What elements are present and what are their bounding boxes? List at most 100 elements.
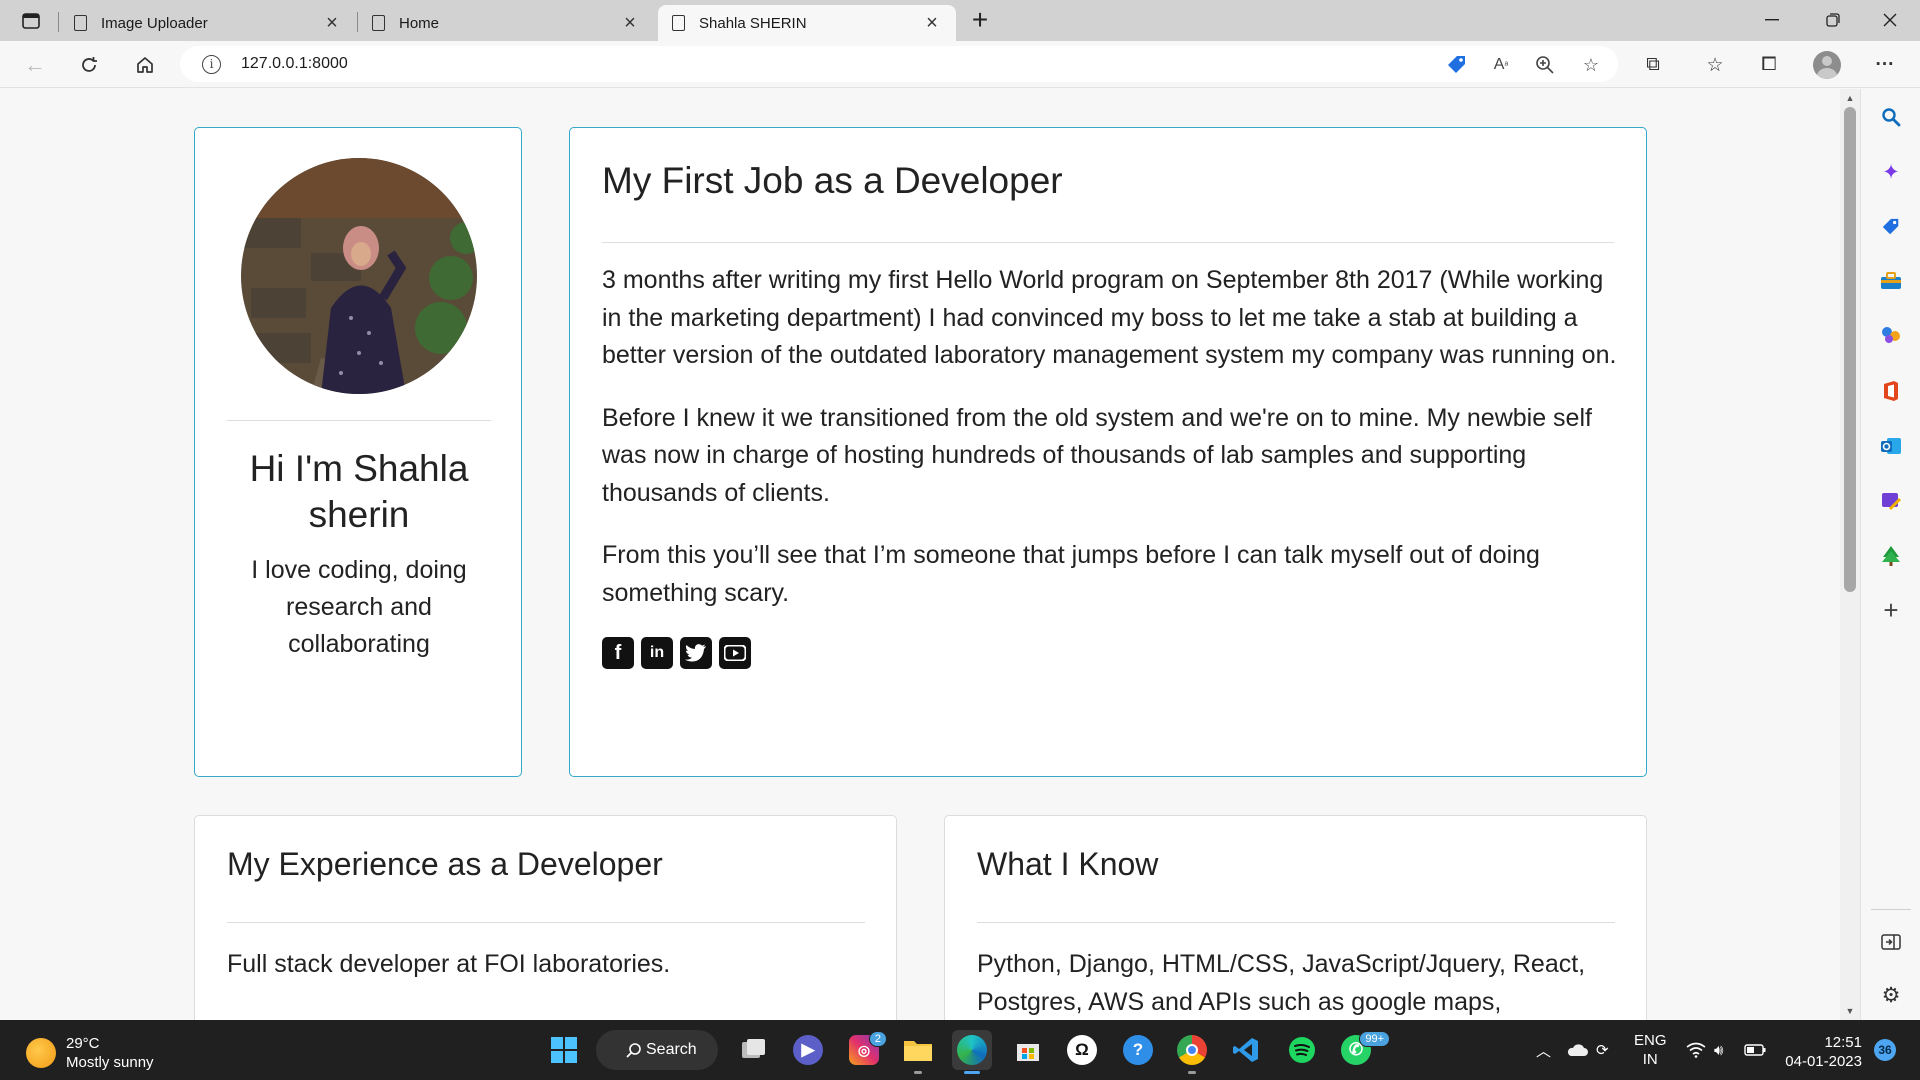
date: 04-01-2023 [1785,1053,1862,1070]
tab-home[interactable]: Home × [358,5,654,41]
facebook-icon[interactable]: f [602,637,634,669]
close-icon[interactable]: × [322,12,342,35]
shopping-tag-icon[interactable] [1444,52,1470,78]
extensions-button[interactable]: ⧉ [1636,49,1670,81]
youtube-icon[interactable] [719,637,751,669]
refresh-button[interactable] [72,49,106,81]
read-aloud-icon[interactable]: Aᵃ [1488,52,1514,78]
collections-button[interactable]: ⧠ [1752,49,1786,81]
tab-shahla-sherin[interactable]: Shahla SHERIN × [658,5,956,41]
page-scrollbar[interactable]: ▲ ▼ [1840,89,1860,1020]
hide-sidebar-icon[interactable] [1875,926,1907,958]
sidebar-settings-gear-icon[interactable]: ⚙ [1875,979,1907,1011]
office-icon[interactable] [1875,375,1907,407]
divider [602,242,1614,243]
scroll-up-arrow-icon[interactable]: ▲ [1844,92,1856,104]
home-icon [137,57,153,73]
copilot-sparkle-icon[interactable]: ✦ [1875,156,1907,188]
wifi-tray[interactable] [1686,1020,1706,1080]
profile-card: Hi I'm Shahla sherin I love coding, doin… [194,127,522,777]
time: 12:51 [1824,1034,1862,1051]
clock[interactable]: 12:51 04-01-2023 [1772,1033,1862,1071]
skills-text: Python, Django, HTML/CSS, JavaScript/Jqu… [977,950,1586,1016]
back-arrow-icon: ← [24,52,46,77]
new-tab-button[interactable]: + [965,4,995,36]
teams-chat-app[interactable]: ▶ [788,1030,828,1070]
start-button[interactable] [544,1030,584,1070]
outlook-icon[interactable] [1875,430,1907,462]
settings-more-button[interactable]: ··· [1868,49,1902,81]
skills-heading: What I Know [977,846,1159,882]
instagram-app[interactable]: ◎ 2 [844,1030,887,1070]
edge-sidebar: ✦ + ⚙ [1860,89,1920,1020]
profile-tagline: I love coding, doing research and collab… [251,556,467,658]
battery-tray[interactable] [1744,1020,1766,1080]
chrome-icon [1177,1035,1207,1065]
scroll-thumb[interactable] [1844,107,1856,592]
task-view-button[interactable] [734,1030,774,1070]
tab-actions-button[interactable] [14,8,48,34]
tab-title: Shahla SHERIN [699,14,807,32]
scroll-down-arrow-icon[interactable]: ▼ [1844,1005,1856,1017]
tab-image-uploader[interactable]: Image Uploader × [60,5,356,41]
sync-tray[interactable]: ⟳ [1596,1020,1609,1080]
close-icon[interactable]: × [922,12,942,35]
github-app[interactable]: Ω [1062,1030,1102,1070]
show-hidden-icons-button[interactable]: ︿ [1536,1020,1551,1080]
minimize-button[interactable] [1752,6,1792,34]
games-icon[interactable] [1875,319,1907,351]
refresh-icon [82,57,97,72]
search-icon[interactable] [1875,101,1907,133]
sidebar-separator [1871,909,1911,910]
battery-icon [1744,1044,1766,1056]
tab-separator [58,12,59,32]
linkedin-icon[interactable]: in [641,637,673,669]
avatar [1813,51,1841,79]
twitter-icon[interactable] [680,637,712,669]
home-button[interactable] [128,49,162,81]
address-bar[interactable]: i 127.0.0.1:8000 Aᵃ ☆ [180,46,1618,82]
notification-center-badge[interactable]: 36 [1874,1039,1896,1061]
help-app[interactable]: ? [1118,1030,1158,1070]
restore-button[interactable] [1813,6,1853,34]
whatsapp-app[interactable]: ✆ 99+ [1336,1030,1390,1070]
zoom-icon[interactable] [1532,52,1558,78]
weather-condition: Mostly sunny [66,1054,154,1071]
windows-logo-icon [551,1037,577,1063]
shopping-icon[interactable] [1875,211,1907,243]
back-button[interactable]: ← [18,49,52,81]
profile-name: Hi I'm Shahla sherin [249,448,469,535]
chrome-app[interactable] [1172,1030,1212,1074]
notification-badge: 99+ [1359,1031,1390,1047]
add-sidebar-app-icon[interactable]: + [1875,594,1907,626]
running-indicator [914,1071,922,1074]
spotify-app[interactable] [1282,1030,1322,1070]
favorites-button[interactable]: ☆ [1698,49,1732,81]
edge-icon [957,1035,987,1065]
sync-icon: ⟳ [1596,1042,1609,1059]
weather-widget[interactable]: 29°C Mostly sunny [26,1034,154,1072]
microsoft-store-app[interactable] [1008,1030,1048,1070]
site-info-icon[interactable]: i [202,54,221,74]
volume-tray[interactable]: 🔊︎ [1714,1020,1723,1080]
onedrive-tray[interactable] [1566,1020,1588,1080]
drop-icon[interactable] [1875,485,1907,517]
social-links: f in [602,637,1618,669]
language-indicator[interactable]: ENG IN [1634,1020,1667,1080]
url-text[interactable]: 127.0.0.1:8000 [241,55,348,73]
story-paragraph: Before I knew it we transitioned from th… [602,403,1592,507]
add-favorite-icon[interactable]: ☆ [1578,52,1604,78]
tree-icon[interactable] [1875,540,1907,572]
file-explorer-app[interactable] [898,1030,938,1074]
taskbar-search[interactable]: Search [596,1030,718,1070]
profile-button[interactable] [1810,49,1844,81]
page-icon [74,15,87,31]
tools-icon[interactable] [1875,265,1907,297]
favorites-icon: ☆ [1706,54,1724,76]
vscode-app[interactable] [1226,1030,1266,1070]
edge-app[interactable] [952,1030,992,1074]
speaker-icon: 🔊︎ [1714,1041,1724,1059]
close-window-button[interactable] [1870,6,1910,34]
close-icon[interactable]: × [620,12,640,35]
tab-actions-icon [22,13,40,29]
